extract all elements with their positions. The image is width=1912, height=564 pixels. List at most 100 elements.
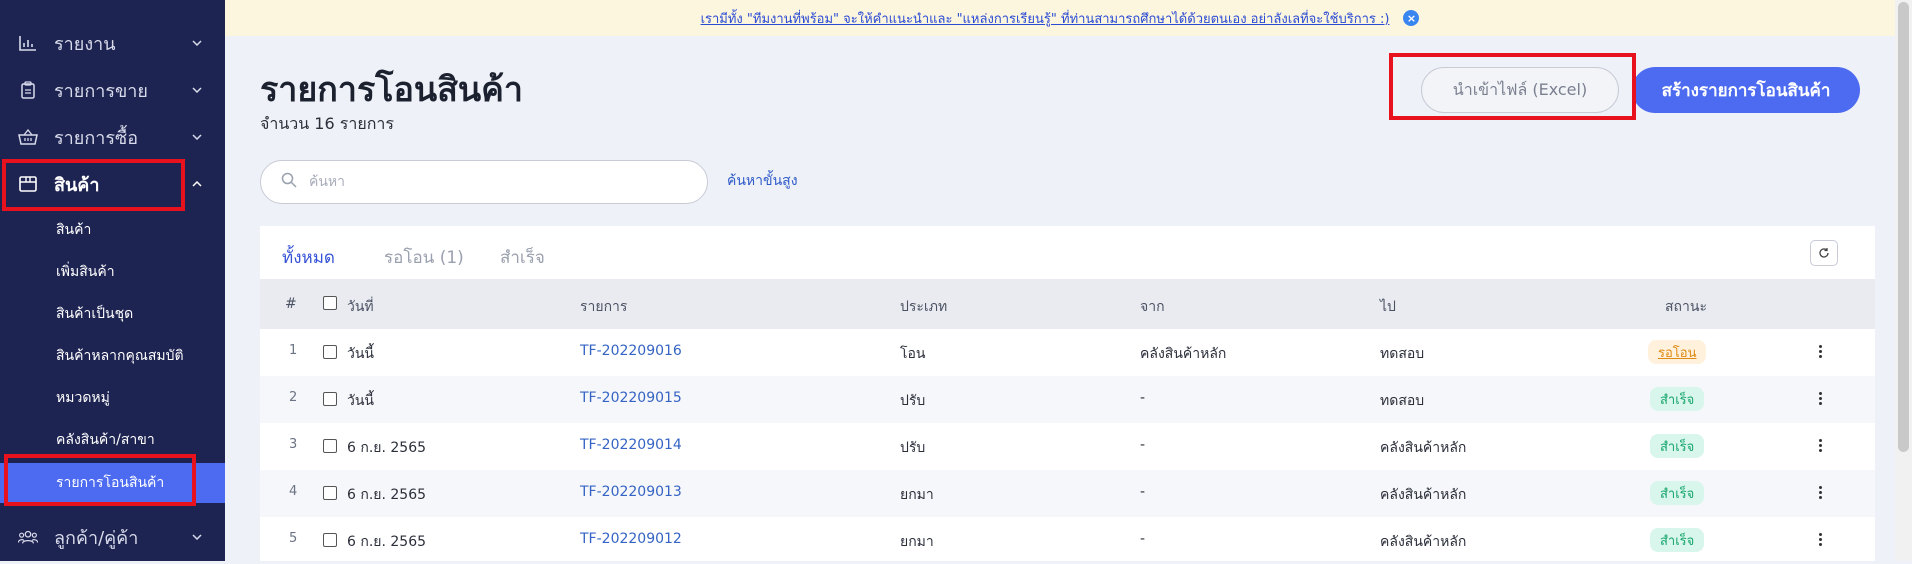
row-from: - xyxy=(1140,390,1146,406)
header-to: ไป xyxy=(1380,299,1396,315)
row-from: คลังสินค้าหลัก xyxy=(1140,346,1227,362)
record-count: จำนวน 16 รายการ xyxy=(260,114,394,133)
row-date: 6 ก.ย. 2565 xyxy=(347,440,427,456)
more-options-icon[interactable] xyxy=(1819,533,1823,548)
sidebar-subitem-product-variants[interactable]: สินค้าหลากคุณสมบัติ xyxy=(0,336,225,376)
table-header: # วันที่ รายการ ประเภท จาก ไป สถานะ xyxy=(260,279,1875,329)
tab-all[interactable]: ทั้งหมด xyxy=(282,244,335,282)
row-checkbox[interactable] xyxy=(323,345,337,359)
row-checkbox[interactable] xyxy=(323,392,337,406)
row-document-link[interactable]: TF-202209016 xyxy=(580,343,682,359)
sidebar-item-label: รายงาน xyxy=(54,33,116,55)
sidebar-item-label: ลูกค้า/คู่ค้า xyxy=(54,527,139,549)
row-checkbox[interactable] xyxy=(323,439,337,453)
search-icon xyxy=(281,172,297,192)
table-row[interactable]: 5 6 ก.ย. 2565 TF-202209012 ยกมา - คลังสิ… xyxy=(260,517,1875,564)
row-index: 1 xyxy=(289,343,298,358)
sidebar-item-reports[interactable]: รายงาน xyxy=(0,21,225,65)
more-options-icon[interactable] xyxy=(1819,345,1823,360)
import-excel-button[interactable]: นำเข้าไฟล์ (Excel) xyxy=(1421,67,1619,113)
users-icon xyxy=(18,527,38,547)
row-checkbox[interactable] xyxy=(323,533,337,547)
sidebar-item-contacts[interactable]: ลูกค้า/คู่ค้า xyxy=(0,515,225,559)
sidebar-item-products[interactable]: สินค้า xyxy=(0,162,225,206)
sidebar-item-label: รายการขาย xyxy=(54,80,148,102)
row-type: โอน xyxy=(900,346,926,362)
row-date: วันนี้ xyxy=(347,393,375,409)
sidebar-subitem-products[interactable]: สินค้า xyxy=(0,210,225,250)
clipboard-icon xyxy=(18,80,38,100)
chevron-down-icon xyxy=(189,40,205,46)
row-checkbox[interactable] xyxy=(323,486,337,500)
more-options-icon[interactable] xyxy=(1819,392,1823,407)
sidebar-item-label: รายการซื้อ xyxy=(54,127,139,149)
row-from: - xyxy=(1140,531,1146,547)
row-type: ยกมา xyxy=(900,534,934,550)
sidebar-item-label: สินค้า xyxy=(54,174,100,196)
row-document-link[interactable]: TF-202209014 xyxy=(580,437,682,453)
tab-pending[interactable]: รอโอน (1) xyxy=(384,244,464,282)
row-document-link[interactable]: TF-202209012 xyxy=(580,531,682,547)
bar-chart-icon xyxy=(18,33,38,53)
sidebar-item-purchases[interactable]: รายการซื้อ xyxy=(0,115,225,159)
row-index: 5 xyxy=(289,531,298,546)
basket-icon xyxy=(18,127,38,147)
sidebar-subitem-stock-transfers[interactable]: รายการโอนสินค้า xyxy=(0,463,225,503)
sidebar-subitem-warehouses[interactable]: คลังสินค้า/สาขา xyxy=(0,420,225,460)
page-title: รายการโอนสินค้า xyxy=(260,70,523,110)
header-index: # xyxy=(285,296,297,312)
search-input[interactable] xyxy=(307,173,671,191)
row-index: 3 xyxy=(289,437,298,452)
header-date[interactable]: วันที่ xyxy=(347,296,374,318)
sidebar-subitem-product-bundles[interactable]: สินค้าเป็นชุด xyxy=(0,294,225,334)
sidebar: รายงาน รายการขาย รายการซื้อ สินค้า สินค้… xyxy=(0,0,225,561)
header-status: สถานะ xyxy=(1665,299,1707,315)
sidebar-subitem-categories[interactable]: หมวดหมู่ xyxy=(0,378,225,418)
close-icon[interactable]: × xyxy=(1403,10,1420,26)
header-document: รายการ xyxy=(580,299,628,315)
refresh-icon xyxy=(1818,244,1830,263)
scrollbar-thumb[interactable] xyxy=(1898,2,1909,452)
row-to: ทดสอบ xyxy=(1380,393,1425,409)
search-box[interactable] xyxy=(260,160,708,204)
row-document-link[interactable]: TF-202209013 xyxy=(580,484,682,500)
status-badge: สำเร็จ xyxy=(1650,387,1705,411)
create-transfer-button[interactable]: สร้างรายการโอนสินค้า xyxy=(1632,67,1860,113)
table-row[interactable]: 1 วันนี้ TF-202209016 โอน คลังสินค้าหลัก… xyxy=(260,329,1875,376)
row-from: - xyxy=(1140,484,1146,500)
chevron-up-icon xyxy=(189,181,205,187)
tab-completed[interactable]: สำเร็จ xyxy=(500,244,545,282)
main-content: เรามีทั้ง "ทีมงานที่พร้อม" จะให้คำแนะนำแ… xyxy=(225,0,1895,561)
advanced-search-link[interactable]: ค้นหาขั้นสูง xyxy=(727,170,798,192)
row-date: 6 ก.ย. 2565 xyxy=(347,534,427,550)
row-type: ปรับ xyxy=(900,440,926,456)
row-index: 4 xyxy=(289,484,298,499)
header-from: จาก xyxy=(1140,299,1165,315)
sidebar-subitem-add-product[interactable]: เพิ่มสินค้า xyxy=(0,252,225,292)
row-type: ยกมา xyxy=(900,487,934,503)
transfer-table-card: ทั้งหมด รอโอน (1) สำเร็จ # วันที่ รายการ… xyxy=(260,226,1875,561)
select-all-checkbox[interactable] xyxy=(323,296,337,310)
more-options-icon[interactable] xyxy=(1819,486,1823,501)
row-to: คลังสินค้าหลัก xyxy=(1380,440,1467,456)
refresh-button[interactable] xyxy=(1810,240,1838,266)
info-banner: เรามีทั้ง "ทีมงานที่พร้อม" จะให้คำแนะนำแ… xyxy=(225,0,1895,36)
row-to: คลังสินค้าหลัก xyxy=(1380,487,1467,503)
row-to: ทดสอบ xyxy=(1380,346,1425,362)
banner-link[interactable]: เรามีทั้ง "ทีมงานที่พร้อม" จะให้คำแนะนำแ… xyxy=(701,8,1390,29)
sidebar-item-sales[interactable]: รายการขาย xyxy=(0,68,225,112)
header-type: ประเภท xyxy=(900,299,948,315)
table-row[interactable]: 3 6 ก.ย. 2565 TF-202209014 ปรับ - คลังสิ… xyxy=(260,423,1875,470)
row-document-link[interactable]: TF-202209015 xyxy=(580,390,682,406)
row-type: ปรับ xyxy=(900,393,926,409)
status-badge: รอโอน xyxy=(1648,340,1707,364)
status-badge: สำเร็จ xyxy=(1650,528,1705,552)
row-index: 2 xyxy=(289,390,298,405)
table-row[interactable]: 4 6 ก.ย. 2565 TF-202209013 ยกมา - คลังสิ… xyxy=(260,470,1875,517)
status-badge: สำเร็จ xyxy=(1650,434,1705,458)
chevron-down-icon xyxy=(189,87,205,93)
more-options-icon[interactable] xyxy=(1819,439,1823,454)
row-from: - xyxy=(1140,437,1146,453)
table-row[interactable]: 2 วันนี้ TF-202209015 ปรับ - ทดสอบ สำเร็… xyxy=(260,376,1875,423)
row-date: 6 ก.ย. 2565 xyxy=(347,487,427,503)
